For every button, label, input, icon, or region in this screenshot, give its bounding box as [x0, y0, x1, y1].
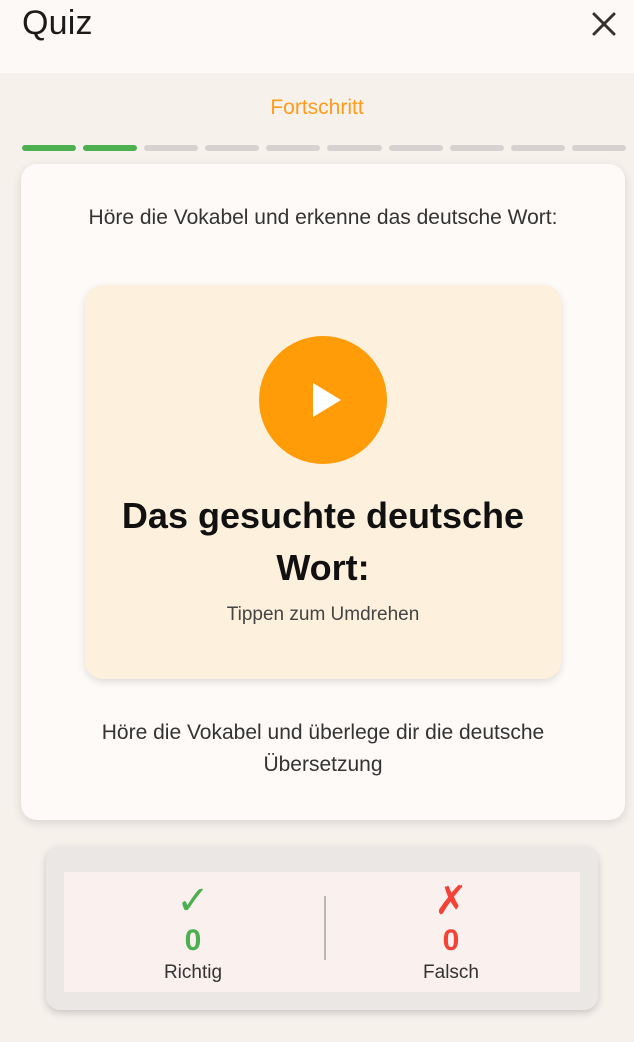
wrong-count: 0 — [442, 924, 460, 957]
wrong-stat: ✗ 0 Falsch — [322, 872, 580, 992]
app-bar: Quiz — [0, 0, 634, 73]
progress-segment — [388, 145, 443, 151]
progress-segment — [327, 145, 382, 151]
correct-count: 0 — [184, 924, 202, 957]
play-icon — [313, 383, 341, 417]
correct-label: Richtig — [163, 962, 223, 983]
play-audio-button[interactable] — [259, 336, 387, 464]
close-icon[interactable] — [588, 8, 620, 40]
progress-segment — [144, 145, 199, 151]
progress-segment — [205, 145, 260, 151]
score-panel: ✓ 0 Richtig ✗ 0 Falsch — [46, 846, 598, 1010]
page-title: Quiz — [22, 4, 93, 42]
progress-bar — [22, 145, 626, 151]
progress-segment — [83, 145, 138, 151]
cross-icon: ✗ — [434, 879, 468, 923]
wrong-label: Falsch — [423, 962, 479, 983]
progress-segment — [266, 145, 321, 151]
flip-hint: Tippen zum Umdrehen — [226, 604, 420, 625]
hint-text: Höre die Vokabel und überlege dir die de… — [101, 721, 545, 776]
card-word: Das gesuchte deutsche Wort: — [121, 495, 525, 588]
checkmark-icon: ✓ — [176, 879, 210, 923]
score-panel-inner: ✓ 0 Richtig ✗ 0 Falsch — [64, 872, 580, 992]
quiz-card: Höre die Vokabel und erkenne das deutsch… — [21, 164, 625, 820]
instruction-text: Höre die Vokabel und erkenne das deutsch… — [88, 206, 558, 229]
progress-segment — [571, 145, 626, 151]
progress-segment — [510, 145, 565, 151]
close-button[interactable] — [588, 8, 620, 40]
flashcard[interactable]: Das gesuchte deutsche Wort: Tippen zum U… — [85, 285, 561, 679]
progress-segment — [22, 145, 77, 151]
progress-label: Fortschritt — [270, 96, 364, 119]
correct-stat: ✓ 0 Richtig — [64, 872, 322, 992]
progress-segment — [449, 145, 504, 151]
